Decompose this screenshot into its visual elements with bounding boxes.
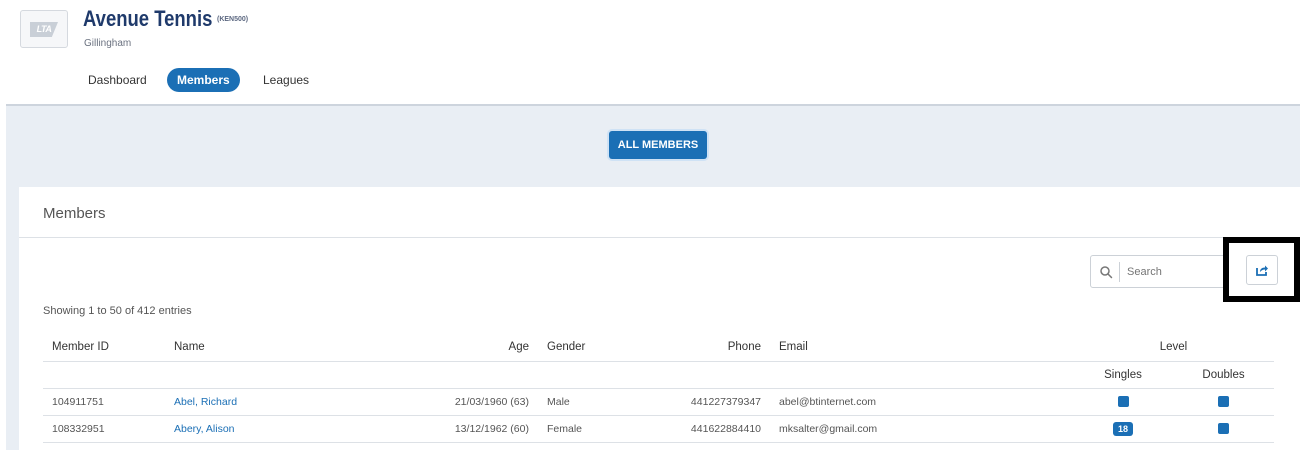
gender-cell: Male — [538, 388, 608, 416]
table-row: 104911751 Abel, Richard 21/03/1960 (63) … — [43, 388, 1274, 416]
club-name: Avenue Tennis — [83, 6, 213, 31]
age-cell: 21/03/1960 (63) — [345, 388, 538, 416]
member-name-link[interactable]: Abery, Alison — [174, 423, 235, 435]
email-cell: mksalter@gmail.com — [770, 415, 1073, 443]
share-export-icon — [1256, 265, 1268, 276]
header-member-id[interactable]: Member ID — [43, 334, 165, 362]
club-code: (KEN500) — [217, 16, 249, 23]
header-level: Level — [1073, 334, 1274, 362]
app-header: LTA Avenue Tennis (KEN500) Gillingham Da… — [0, 0, 1300, 104]
doubles-level-indicator — [1218, 423, 1229, 435]
doubles-level-indicator — [1218, 396, 1229, 408]
lta-logo-icon: LTA — [30, 22, 58, 37]
entries-info: Showing 1 to 50 of 412 entries — [43, 305, 192, 317]
club-logo: LTA — [20, 10, 68, 48]
header-gender[interactable]: Gender — [538, 334, 608, 362]
header-name[interactable]: Name — [165, 334, 345, 362]
phone-cell: 441622884410 — [608, 415, 770, 443]
all-members-button[interactable]: ALL MEMBERS — [609, 131, 707, 159]
search-input[interactable] — [1127, 263, 1227, 281]
singles-level-indicator — [1117, 396, 1129, 408]
email-cell: abel@btinternet.com — [770, 388, 1073, 416]
member-id-cell: 104911751 — [43, 388, 165, 416]
gender-cell: Female — [538, 415, 608, 443]
search-icon — [1100, 266, 1113, 279]
tab-dashboard[interactable]: Dashboard — [78, 68, 157, 92]
member-name-link[interactable]: Abel, Richard — [174, 396, 237, 408]
header-email[interactable]: Email — [770, 334, 1073, 362]
panel-title: Members — [43, 205, 106, 222]
panel-divider — [19, 237, 1300, 238]
singles-level-badge: 18 — [1113, 421, 1133, 436]
export-button[interactable] — [1246, 255, 1278, 285]
header-phone[interactable]: Phone — [608, 334, 770, 362]
members-panel: Members Showing 1 to 50 of 412 entries — [19, 187, 1300, 450]
header-age[interactable]: Age — [345, 334, 538, 362]
search-box — [1090, 255, 1234, 288]
export-button-highlight — [1223, 237, 1300, 302]
age-cell: 13/12/1962 (60) — [345, 415, 538, 443]
member-id-cell: 108332951 — [43, 415, 165, 443]
club-location: Gillingham — [84, 38, 132, 49]
phone-cell: 441227379347 — [608, 388, 770, 416]
tab-leagues[interactable]: Leagues — [253, 68, 319, 92]
header-doubles[interactable]: Doubles — [1173, 361, 1274, 389]
search-separator — [1119, 262, 1120, 282]
members-table: Member ID Name Age Gender Phone Email Le… — [43, 334, 1274, 443]
tab-members[interactable]: Members — [167, 68, 240, 92]
header-singles[interactable]: Singles — [1073, 361, 1173, 389]
table-row: 108332951 Abery, Alison 13/12/1962 (60) … — [43, 415, 1274, 443]
